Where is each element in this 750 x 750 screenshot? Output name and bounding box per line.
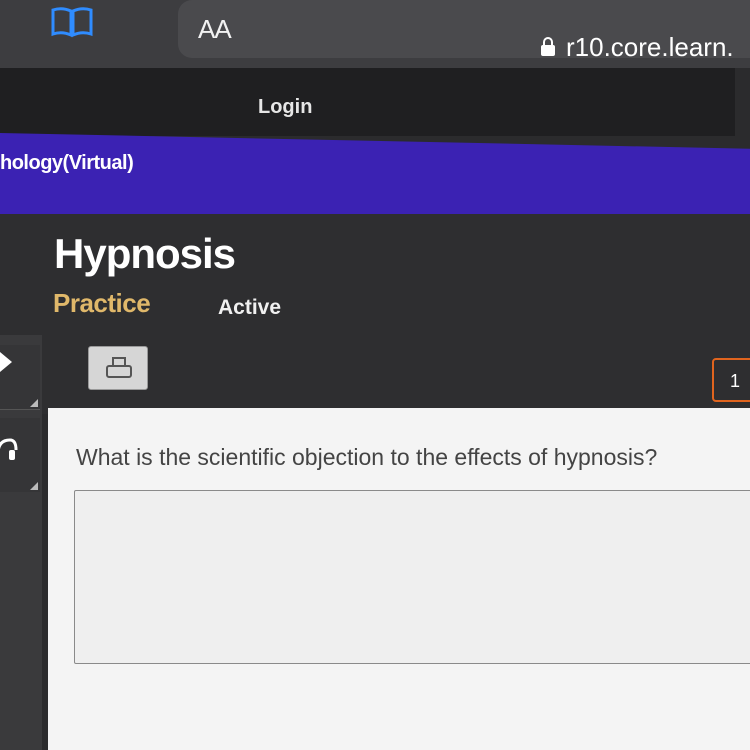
- question-text: What is the scientific objection to the …: [76, 444, 658, 470]
- pencil-icon: [0, 346, 20, 376]
- site-nav: Login: [0, 68, 735, 136]
- url-text[interactable]: r10.core.learn.: [566, 32, 734, 63]
- book-icon[interactable]: [50, 6, 94, 38]
- menu-corner-indicator: [30, 482, 38, 490]
- text-size-button[interactable]: AA: [198, 14, 232, 45]
- tab-practice[interactable]: Practice: [53, 288, 151, 319]
- login-link[interactable]: Login: [258, 96, 312, 119]
- headphones-icon: [0, 436, 18, 466]
- course-title: hology(Virtual): [0, 152, 134, 174]
- page-title: Hypnosis: [54, 230, 236, 277]
- menu-corner-indicator: [30, 399, 38, 407]
- page-number-badge[interactable]: 1: [712, 358, 750, 402]
- answer-field[interactable]: [74, 490, 750, 664]
- print-button[interactable]: [88, 346, 148, 390]
- lock-icon: [540, 36, 556, 56]
- tab-active[interactable]: Active: [218, 296, 281, 320]
- print-icon: [106, 357, 132, 378]
